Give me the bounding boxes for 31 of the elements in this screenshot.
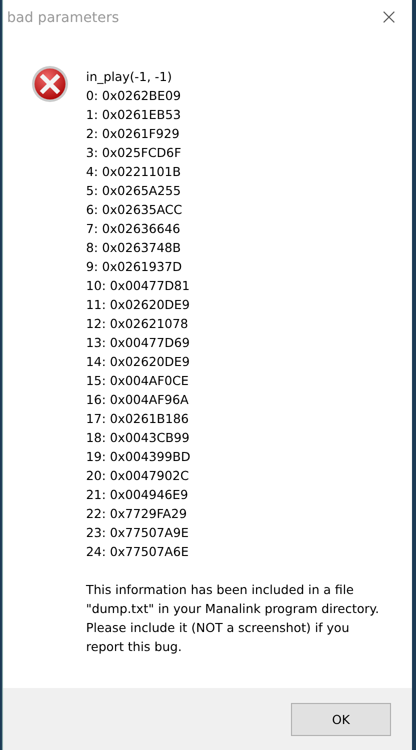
message-line: 23: 0x77507A9E <box>86 524 190 542</box>
message-line: 2: 0x0261F929 <box>86 125 181 143</box>
message-line: 1: 0x0261EB53 <box>86 106 182 124</box>
message-line: in_play(-1, -1) <box>86 68 173 86</box>
message-line: 11: 0x02620DE9 <box>86 296 191 314</box>
message-line: 9: 0x0261937D <box>86 258 183 276</box>
message-line: 10: 0x00477D81 <box>86 277 191 295</box>
message-line: 0: 0x0262BE09 <box>86 87 182 105</box>
message-line: 5: 0x0265A255 <box>86 182 182 200</box>
ok-button[interactable]: OK <box>291 703 391 736</box>
message-line: 12: 0x02621078 <box>86 315 190 333</box>
message-line: 8: 0x0263748B <box>86 239 182 257</box>
message-line: 16: 0x004AF96A <box>86 391 190 409</box>
error-icon <box>31 65 69 103</box>
message-line: 13: 0x00477D69 <box>86 334 191 352</box>
close-button[interactable]: × <box>366 0 412 35</box>
message-line: 17: 0x0261B186 <box>86 410 190 428</box>
message-line: 18: 0x0043CB99 <box>86 429 191 447</box>
window-title: bad parameters <box>7 10 120 26</box>
message-line: 15: 0x004AF0CE <box>86 372 190 390</box>
message-line: 21: 0x004946E9 <box>86 486 190 504</box>
info-paragraph: This information has been included in a file "dump.txt" in your Manalink program directory. Please include it (NOT a screenshot) if you report this bug. <box>86 581 380 656</box>
message-line: 7: 0x02636646 <box>86 220 182 238</box>
message-line: 22: 0x7729FA29 <box>86 505 188 523</box>
message-line: 6: 0x02635ACC <box>86 201 184 219</box>
message-line: 4: 0x0221101B <box>86 163 182 181</box>
message-line: 19: 0x004399BD <box>86 448 192 466</box>
message-line: 20: 0x0047902C <box>86 467 190 485</box>
message-line: 24: 0x77507A6E <box>86 543 190 561</box>
message-line: 14: 0x02620DE9 <box>86 353 191 371</box>
message-line: 3: 0x025FCD6F <box>86 144 182 162</box>
